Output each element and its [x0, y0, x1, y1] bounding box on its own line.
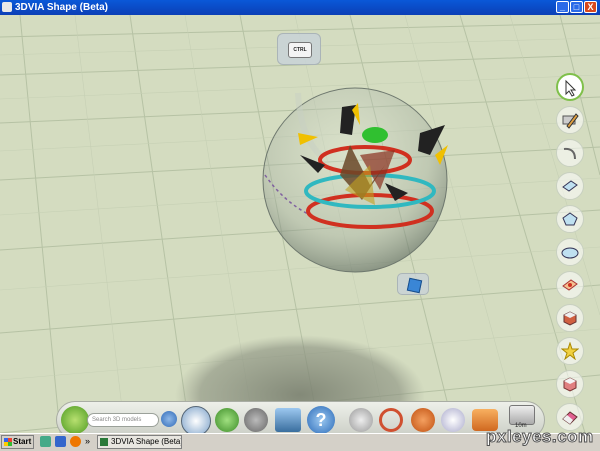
browser-icon[interactable] [55, 436, 66, 447]
firefox-icon[interactable] [70, 436, 81, 447]
ctrl-key-label: CTRL [288, 42, 312, 58]
grid-scale-icon[interactable] [509, 405, 535, 425]
select-arrow-icon [565, 79, 577, 97]
start-button[interactable]: Start [1, 435, 34, 449]
search-input[interactable]: Search 3D models [87, 413, 159, 427]
polygon-tool-button[interactable] [556, 205, 584, 233]
rectangle-icon [562, 180, 578, 192]
watermark: pxleyes.com [486, 427, 594, 447]
3dvia-app-icon [100, 438, 108, 446]
maximize-button[interactable]: □ [570, 1, 583, 13]
right-tool-palette [556, 73, 586, 433]
ellipse-icon [561, 247, 579, 259]
window-titlebar: 3DVIA Shape (Beta) _ □ X [0, 0, 600, 15]
select-tool-button[interactable] [556, 73, 584, 101]
help-icon[interactable]: ? [307, 406, 335, 433]
start-label: Start [13, 437, 32, 446]
texture-icon [563, 377, 577, 392]
taskbar-app-label: 3DVIA Shape (Beta) [111, 437, 182, 446]
polygon-icon [562, 212, 578, 226]
hand-pan-icon[interactable] [349, 408, 373, 432]
star-tool-button[interactable] [556, 337, 584, 365]
undo-icon[interactable] [215, 408, 239, 432]
redo-icon[interactable] [244, 408, 268, 432]
bottom-toolbar: Search 3D models ? 10m [56, 401, 545, 433]
walk-icon[interactable] [441, 408, 465, 432]
rectangle-tool-button[interactable] [556, 172, 584, 200]
desktop-icon[interactable] [40, 436, 51, 447]
3d-viewport[interactable]: CTRL Search 3D models ? 10m [0, 15, 600, 433]
paint-icon [562, 279, 578, 291]
window-title: 3DVIA Shape (Beta) [15, 2, 108, 13]
box-material-icon [563, 311, 577, 326]
pencil-ruler-icon [562, 113, 579, 129]
draw-tool-button[interactable] [556, 106, 584, 134]
spiral-icon[interactable] [181, 406, 211, 433]
zoom-icon[interactable] [411, 408, 435, 432]
texture-tool-button[interactable] [556, 370, 584, 398]
home-globe-icon[interactable] [61, 406, 89, 433]
paint-tool-button[interactable] [556, 271, 584, 299]
taskbar-app-button[interactable]: 3DVIA Shape (Beta) [97, 435, 182, 449]
ellipse-tool-button[interactable] [556, 238, 584, 266]
minimize-button[interactable]: _ [556, 1, 569, 13]
gallery-icon[interactable] [275, 408, 301, 432]
windows-flag-icon [4, 438, 12, 446]
arc-tool-button[interactable] [556, 139, 584, 167]
ctrl-key-hint: CTRL [277, 33, 321, 65]
quicklaunch-chevron[interactable]: » [85, 436, 90, 446]
scene-canvas [0, 15, 600, 433]
move-cube-handle[interactable] [397, 273, 429, 295]
search-go-icon[interactable] [161, 411, 177, 427]
box-tool-button[interactable] [556, 304, 584, 332]
close-button[interactable]: X [584, 1, 597, 13]
arc-icon [563, 147, 576, 160]
orbit-icon[interactable] [379, 408, 403, 432]
eraser-icon [562, 411, 578, 425]
star-shape-icon [561, 342, 579, 360]
app-icon [2, 2, 12, 12]
cube-icon [406, 277, 423, 294]
